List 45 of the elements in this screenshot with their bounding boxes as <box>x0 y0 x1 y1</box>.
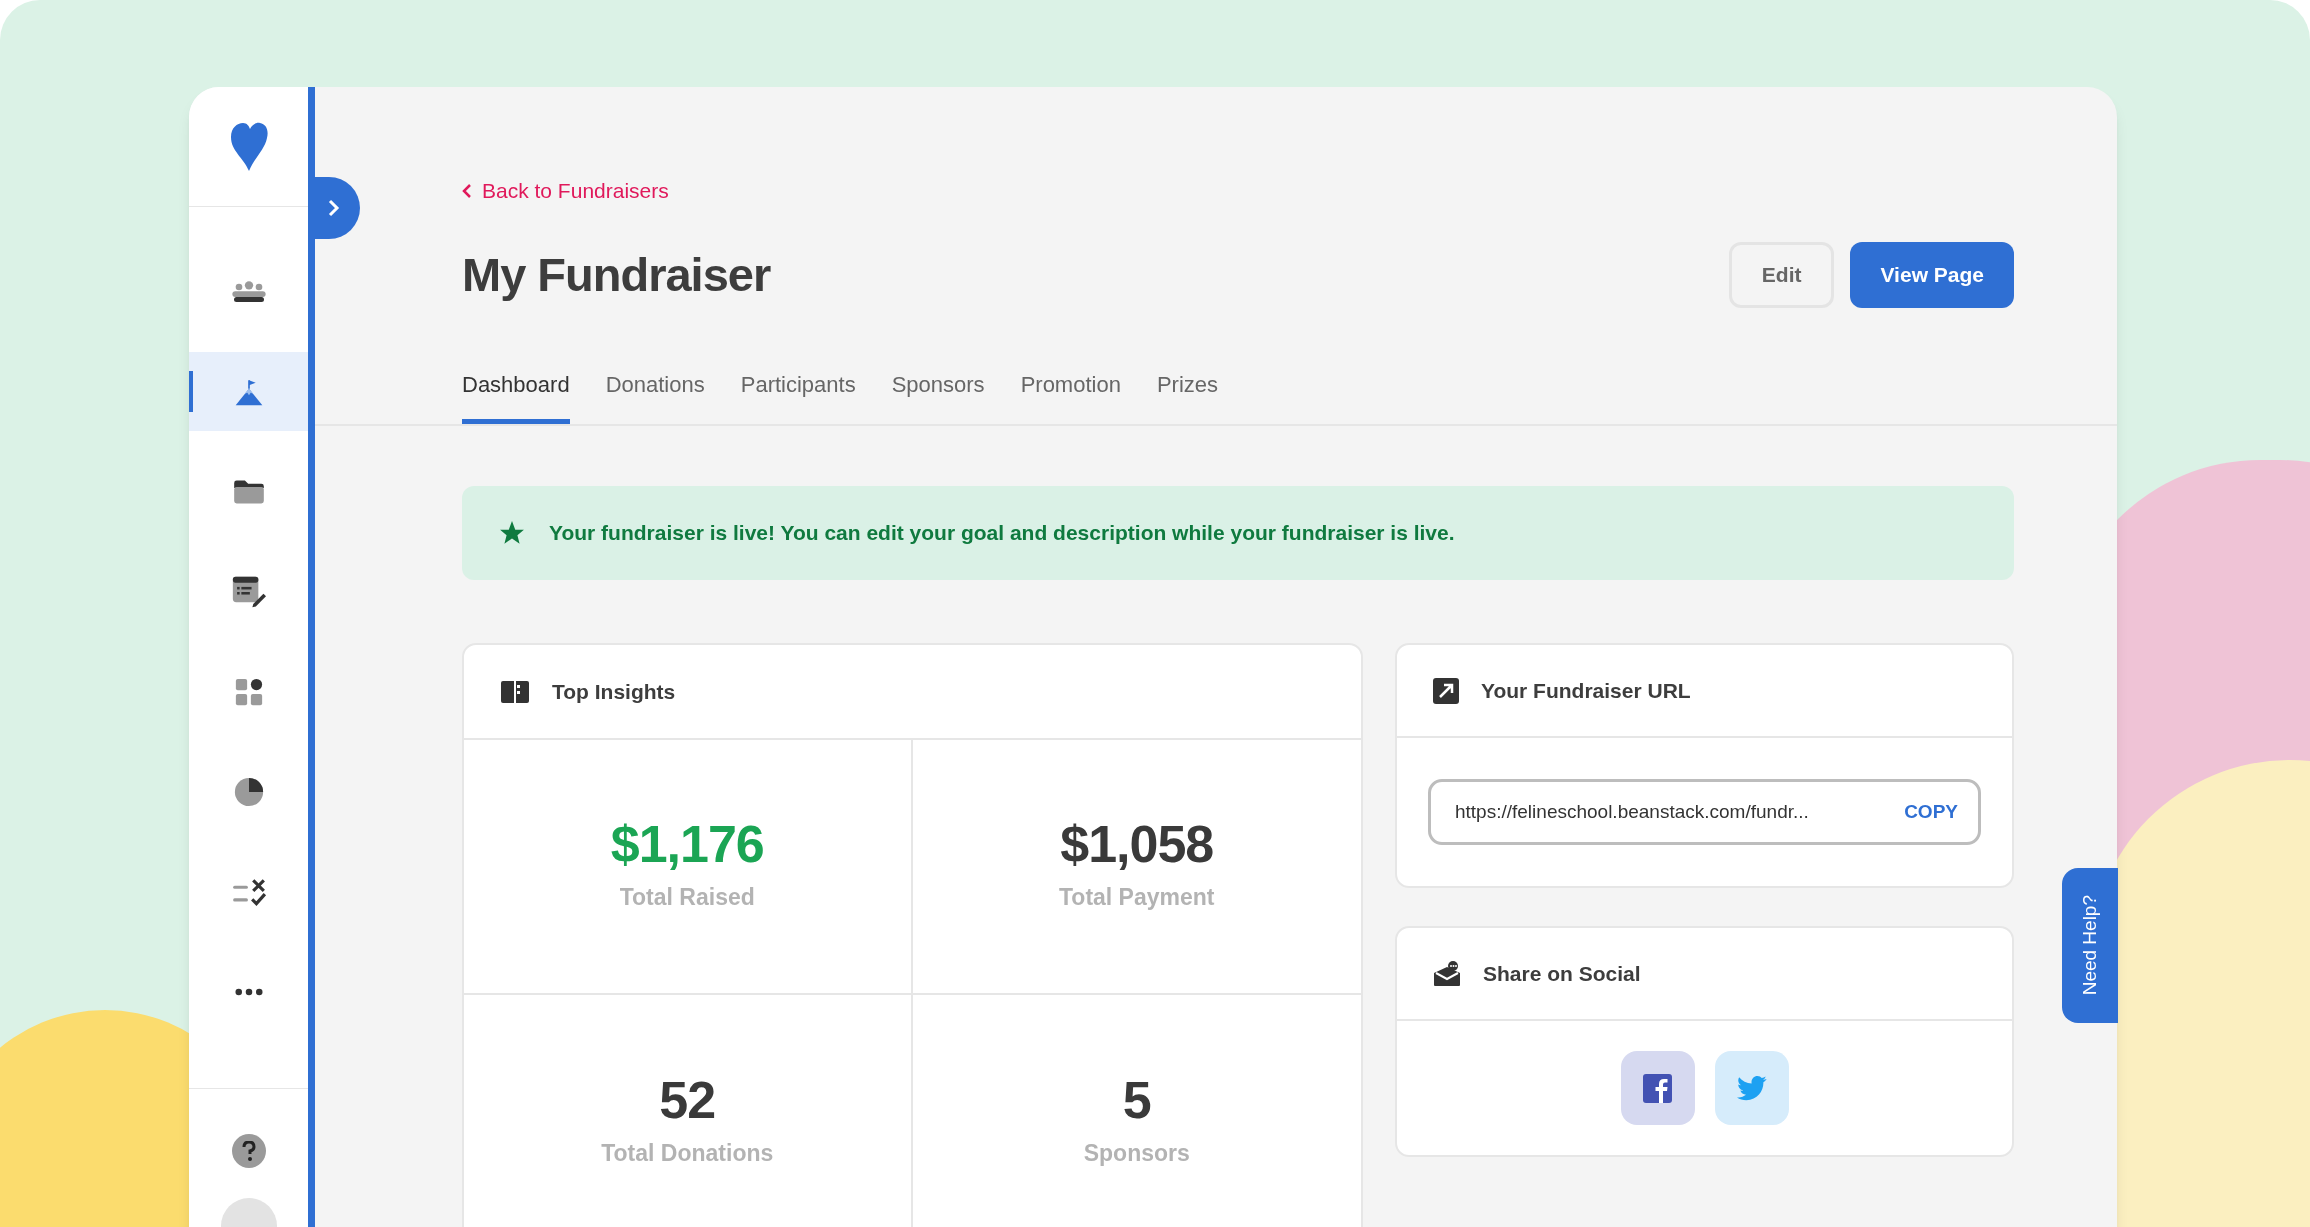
tab[interactable]: Donations <box>605 368 705 424</box>
facebook-logo-icon <box>1643 1073 1672 1103</box>
tab[interactable]: Dashboard <box>462 368 570 424</box>
pie-chart-icon <box>232 775 265 808</box>
tab[interactable]: Sponsors <box>891 368 985 424</box>
stat-value: 52 <box>659 1074 716 1127</box>
chevron-left-icon <box>462 182 472 199</box>
card-title: Your Fundraiser URL <box>1481 677 1691 704</box>
url-field[interactable]: https://felineschool.beanstack.com/fundr... COPY <box>1428 779 1981 845</box>
back-link[interactable]: Back to Fundraisers <box>462 175 669 207</box>
page-title: My Fundraiser <box>462 246 771 303</box>
twitter-share-button[interactable] <box>1714 1051 1789 1125</box>
facebook-share-button[interactable] <box>1620 1051 1695 1125</box>
need-help-tab[interactable]: Need Help? <box>2062 868 2118 1023</box>
envelope-chat-icon <box>1433 960 1461 987</box>
checklist-icon <box>230 876 267 907</box>
question-mark-icon <box>241 1141 256 1161</box>
card-title: Share on Social <box>1483 960 1641 987</box>
copy-button[interactable]: COPY <box>1904 797 1958 827</box>
folder-icon <box>231 477 266 506</box>
stat-label: Sponsors <box>1083 1139 1190 1169</box>
chevron-right-icon <box>328 199 340 217</box>
stat-value: $1,058 <box>1060 818 1214 871</box>
stat-label: Total Payment <box>1059 883 1215 913</box>
url-text: https://felineschool.beanstack.com/fundr... <box>1455 799 1809 824</box>
grid-shapes-icon <box>233 676 264 707</box>
book-icon <box>500 678 530 705</box>
stat-label: Total Donations <box>601 1139 774 1169</box>
help-button[interactable] <box>231 1134 266 1168</box>
view-page-button[interactable]: View Page <box>1850 241 2014 308</box>
external-link-icon <box>1433 677 1459 704</box>
tab[interactable]: Participants <box>740 368 856 424</box>
stat-value: $1,176 <box>610 818 764 871</box>
stat-label: Total Raised <box>619 883 755 913</box>
list-edit-icon <box>230 574 267 609</box>
bird-logo-icon <box>1736 1075 1767 1101</box>
banner-message: Your fundraiser is live! You can edit your goal and description while your fundraiser is live. <box>549 520 1455 547</box>
card-title: Top Insights <box>552 678 676 705</box>
heart-logo-icon <box>228 120 269 173</box>
edit-button[interactable]: Edit <box>1728 241 1835 308</box>
star-icon <box>499 520 525 546</box>
stat-value: 5 <box>1122 1074 1151 1127</box>
tab[interactable]: Promotion <box>1020 368 1121 424</box>
tab[interactable]: Prizes <box>1156 368 1219 424</box>
more-dots-icon <box>234 987 263 996</box>
